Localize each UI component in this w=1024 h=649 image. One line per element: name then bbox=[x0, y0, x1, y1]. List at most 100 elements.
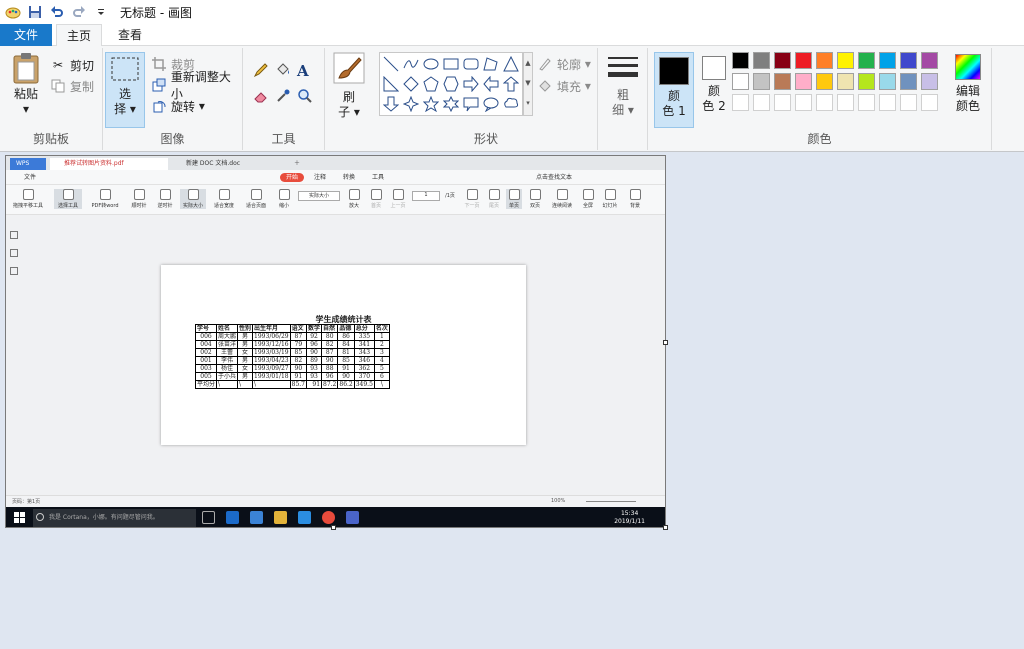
search-panel-icon[interactable] bbox=[10, 267, 18, 275]
palette-swatch[interactable] bbox=[879, 73, 896, 90]
rotate-button[interactable]: 旋转 ▾ bbox=[151, 96, 205, 116]
palette-swatch[interactable] bbox=[837, 52, 854, 69]
palette-swatch[interactable] bbox=[858, 94, 875, 111]
palette-swatch[interactable] bbox=[879, 94, 896, 111]
brushes-button[interactable]: 刷 子 ▾ bbox=[328, 52, 370, 120]
five-point-star-shape-icon[interactable] bbox=[421, 94, 441, 114]
palette-swatch[interactable] bbox=[795, 52, 812, 69]
bookmark-icon[interactable] bbox=[10, 231, 18, 239]
pentagon-shape-icon[interactable] bbox=[421, 74, 441, 94]
palette-swatch[interactable] bbox=[795, 73, 812, 90]
text-icon[interactable]: A bbox=[297, 62, 319, 88]
palette-swatch[interactable] bbox=[753, 73, 770, 90]
wps-select-tool[interactable]: 选择工具 bbox=[54, 189, 82, 209]
edit-colors-button[interactable]: 编辑 颜色 bbox=[948, 54, 988, 114]
thumbnail-icon[interactable] bbox=[10, 249, 18, 257]
palette-swatch[interactable] bbox=[900, 94, 917, 111]
wps-zoom-in[interactable]: 放大 bbox=[346, 189, 362, 209]
wps-taskbar-icon[interactable] bbox=[346, 511, 359, 524]
wps-next-page[interactable]: 下一页 bbox=[462, 189, 482, 209]
curve-shape-icon[interactable] bbox=[401, 54, 421, 74]
magnifier-icon[interactable] bbox=[297, 88, 319, 114]
select-button[interactable]: 选 择 ▾ bbox=[105, 52, 145, 128]
wps-hand-tool[interactable]: 拖拽平移工具 bbox=[10, 189, 46, 209]
fill-bucket-icon[interactable] bbox=[275, 62, 297, 88]
palette-swatch[interactable] bbox=[816, 94, 833, 111]
size-button[interactable]: 粗 细 ▾ bbox=[603, 54, 643, 118]
wps-home-tab[interactable]: WPS bbox=[10, 158, 46, 170]
palette-swatch[interactable] bbox=[816, 52, 833, 69]
wps-tab-doc[interactable]: 新建 DOC 文档.doc bbox=[172, 158, 290, 170]
callout-oval-shape-icon[interactable] bbox=[481, 94, 501, 114]
wps-menu-file[interactable]: 文件 bbox=[24, 173, 36, 182]
palette-swatch[interactable] bbox=[858, 52, 875, 69]
undo-icon[interactable] bbox=[48, 3, 66, 21]
wps-single-page[interactable]: 单页 bbox=[506, 189, 522, 209]
wps-pdf2word[interactable]: PDF转word bbox=[90, 189, 120, 209]
color2-button[interactable]: 颜 色 2 bbox=[694, 52, 734, 124]
wps-rotate-cw[interactable]: 顺时针 bbox=[128, 189, 150, 209]
arrow-left-shape-icon[interactable] bbox=[481, 74, 501, 94]
chrome-icon[interactable] bbox=[322, 511, 335, 524]
save-icon[interactable] bbox=[26, 3, 44, 21]
fill-button[interactable]: 填充 ▾ bbox=[537, 76, 591, 96]
wps-menu-tools[interactable]: 工具 bbox=[372, 173, 384, 182]
palette-swatch[interactable] bbox=[837, 73, 854, 90]
palette-swatch[interactable] bbox=[837, 94, 854, 111]
wps-first-page[interactable]: 首页 bbox=[368, 189, 384, 209]
palette-swatch[interactable] bbox=[858, 73, 875, 90]
callout-rect-shape-icon[interactable] bbox=[461, 94, 481, 114]
windows-start-icon[interactable] bbox=[14, 512, 25, 525]
task-view-icon[interactable] bbox=[202, 511, 215, 524]
callout-cloud-shape-icon[interactable] bbox=[501, 94, 521, 114]
edge-icon[interactable] bbox=[226, 511, 239, 524]
palette-swatch[interactable] bbox=[900, 52, 917, 69]
wps-actual-size[interactable]: 实际大小 bbox=[180, 189, 206, 209]
file-explorer-icon[interactable] bbox=[274, 511, 287, 524]
wps-fit-width[interactable]: 适合宽度 bbox=[210, 189, 238, 209]
zoom-slider[interactable] bbox=[586, 501, 636, 502]
palette-swatch[interactable] bbox=[921, 94, 938, 111]
copy-button[interactable]: 复制 bbox=[50, 76, 94, 96]
eraser-icon[interactable] bbox=[253, 88, 275, 114]
taskbar-clock[interactable]: 15:34 2019/1/11 bbox=[614, 510, 645, 526]
paste-button[interactable]: 粘贴 ▾ bbox=[6, 52, 46, 117]
palette-swatch[interactable] bbox=[732, 73, 749, 90]
polygon-shape-icon[interactable] bbox=[481, 54, 501, 74]
wps-slideshow[interactable]: 幻灯片 bbox=[600, 189, 620, 209]
diamond-shape-icon[interactable] bbox=[401, 74, 421, 94]
app-icon[interactable] bbox=[298, 511, 311, 524]
wps-search[interactable]: 点击查找文本 bbox=[536, 173, 572, 182]
color1-button[interactable]: 颜 色 1 bbox=[654, 52, 694, 128]
right-triangle-shape-icon[interactable] bbox=[381, 74, 401, 94]
wps-prev-page[interactable]: 上一页 bbox=[388, 189, 408, 209]
wps-tab-pdf[interactable]: 推荐试转图片资料.pdf bbox=[50, 158, 168, 170]
wps-fit-page[interactable]: 适合页面 bbox=[242, 189, 270, 209]
cut-button[interactable]: ✂ 剪切 bbox=[50, 55, 94, 75]
wps-rotate-ccw[interactable]: 逆时针 bbox=[154, 189, 176, 209]
palette-swatch[interactable] bbox=[774, 94, 791, 111]
redo-icon[interactable] bbox=[70, 3, 88, 21]
wps-last-page[interactable]: 尾页 bbox=[486, 189, 502, 209]
palette-swatch[interactable] bbox=[732, 52, 749, 69]
wps-menu-start[interactable]: 开始 bbox=[280, 173, 305, 182]
wps-document-area[interactable]: 学生成绩统计表 学号 姓名 性别 出生年月 语文 数学 自然 品德 总分 名次 006 周大鹏男 19… bbox=[6, 215, 665, 496]
palette-swatch[interactable] bbox=[816, 73, 833, 90]
wps-continuous[interactable]: 连续阅读 bbox=[548, 189, 576, 209]
oval-shape-icon[interactable] bbox=[421, 54, 441, 74]
six-point-star-shape-icon[interactable] bbox=[441, 94, 461, 114]
pencil-icon[interactable] bbox=[253, 62, 275, 88]
wps-menu-convert[interactable]: 转换 bbox=[343, 173, 355, 182]
shapes-scrollbar[interactable]: ▲ ▼ ▾ bbox=[523, 52, 533, 116]
palette-swatch[interactable] bbox=[774, 73, 791, 90]
arrow-up-shape-icon[interactable] bbox=[501, 74, 521, 94]
customize-qat-icon[interactable] bbox=[92, 3, 110, 21]
triangle-shape-icon[interactable] bbox=[501, 54, 521, 74]
resize-handle-bottom[interactable] bbox=[331, 525, 336, 530]
palette-swatch[interactable] bbox=[753, 94, 770, 111]
paint-app-icon[interactable] bbox=[4, 3, 22, 21]
four-point-star-shape-icon[interactable] bbox=[401, 94, 421, 114]
palette-swatch[interactable] bbox=[879, 52, 896, 69]
app-icon[interactable] bbox=[250, 511, 263, 524]
wps-new-tab-icon[interactable]: ＋ bbox=[294, 158, 300, 170]
